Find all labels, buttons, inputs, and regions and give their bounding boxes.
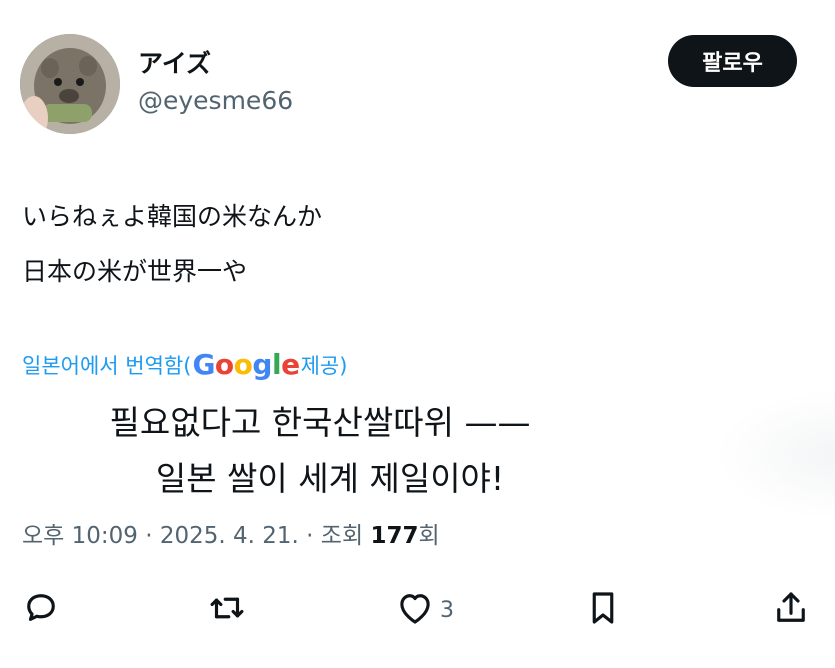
bookmark-icon — [582, 587, 624, 633]
like-count: 3 — [440, 597, 454, 623]
reply-icon — [20, 587, 62, 633]
translation-attribution[interactable]: 일본어에서 번역함( Google 제공) — [22, 348, 347, 381]
reply-button[interactable] — [20, 588, 62, 632]
translated-text-line: 일본 쌀이 세계 제일이야! — [155, 459, 505, 498]
author-handle[interactable]: @eyesme66 — [138, 86, 293, 115]
heart-icon — [394, 587, 436, 633]
google-logo-letter: e — [281, 348, 300, 381]
google-logo-letter: o — [214, 348, 234, 381]
like-button[interactable]: 3 — [394, 588, 454, 632]
google-logo-letter: g — [252, 348, 272, 381]
tweet-time[interactable]: 오후 10:09 — [22, 523, 138, 549]
tweet-text-line: 日本の米が世界一や — [22, 257, 248, 286]
google-logo: Google — [192, 348, 300, 381]
translation-suffix: 제공) — [300, 353, 348, 378]
retweet-icon — [206, 587, 248, 633]
tweet-text-line: いらねぇよ韓国の米なんか — [22, 202, 323, 231]
tweet-date[interactable]: 2025. 4. 21. — [160, 523, 299, 549]
views-label: 조회 — [320, 523, 364, 549]
author-display-name[interactable]: アイズ — [138, 44, 211, 80]
decorative-shading — [715, 390, 835, 520]
meta-separator: · — [298, 523, 321, 549]
google-logo-letter: l — [271, 348, 282, 381]
avatar[interactable] — [20, 34, 120, 134]
views-suffix: 회 — [418, 523, 440, 549]
retweet-button[interactable] — [206, 588, 248, 632]
translated-text-line: 필요없다고 한국산쌀따위 —— — [109, 403, 531, 442]
follow-button[interactable]: 팔로우 — [668, 35, 797, 87]
google-logo-letter: G — [192, 348, 215, 381]
bookmark-button[interactable] — [582, 588, 624, 632]
meta-separator: · — [137, 523, 160, 549]
share-button[interactable] — [770, 588, 812, 632]
translation-prefix: 일본어에서 번역함( — [22, 353, 192, 378]
google-logo-letter: o — [233, 348, 253, 381]
views-count: 177 — [370, 523, 419, 549]
share-icon — [770, 587, 812, 633]
tweet-meta: 오후 10:09 · 2025. 4. 21. · 조회 177회 — [22, 516, 440, 550]
